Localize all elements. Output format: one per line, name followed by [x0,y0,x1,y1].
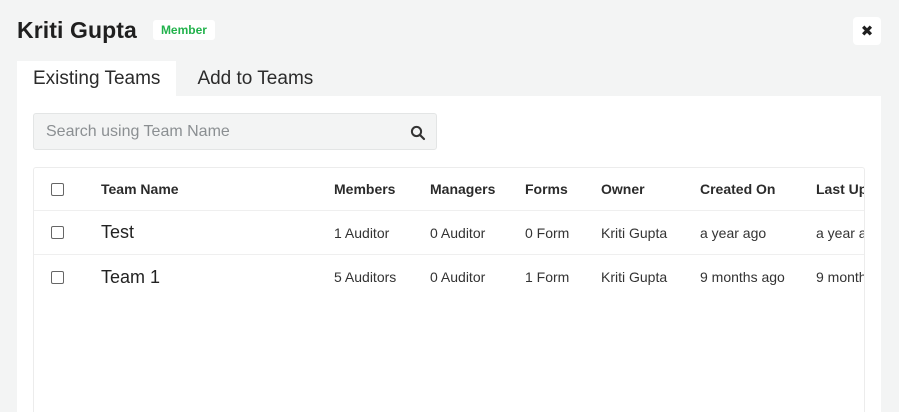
close-icon: ✖ [860,23,874,40]
team-name[interactable]: Test [101,211,134,254]
teams-table: Team Name Members Managers Forms Owner C… [33,167,865,412]
team-created-on: a year ago [700,224,767,241]
column-header-last-updated[interactable]: Last Up [816,168,864,210]
team-created-on: 9 months ago [700,269,785,285]
tab-bar: Existing Teams Add to Teams [17,61,329,96]
table-row[interactable]: Test 1 Auditor 0 Auditor 0 Form Kriti Gu… [34,211,865,255]
team-name[interactable]: Team 1 [101,255,160,299]
table-row[interactable]: Team 1 5 Auditors 0 Auditor 1 Form Kriti… [34,255,865,299]
team-forms: 0 Form [525,224,570,241]
team-members: 1 Auditor [334,224,390,241]
search-input[interactable] [34,114,394,149]
column-header-managers[interactable]: Managers [430,168,495,210]
team-last-updated: a year a [816,224,865,241]
teams-panel: Team Name Members Managers Forms Owner C… [17,96,881,412]
tab-existing-teams[interactable]: Existing Teams [17,61,177,96]
team-members: 5 Auditors [334,269,397,285]
row-select-cell [51,255,64,299]
row-checkbox[interactable] [51,226,64,239]
column-header-created-on[interactable]: Created On [700,168,775,210]
team-last-updated: 9 month [816,269,865,285]
tab-add-to-teams[interactable]: Add to Teams [176,61,329,96]
column-header-owner[interactable]: Owner [601,168,645,210]
column-header-forms[interactable]: Forms [525,168,568,210]
modal-header: Kriti Gupta Member [17,14,215,46]
row-checkbox[interactable] [51,270,64,284]
team-owner: Kriti Gupta [601,224,668,241]
select-all-checkbox[interactable] [51,182,64,196]
row-select-cell [51,211,64,254]
column-header-members[interactable]: Members [334,168,395,210]
search-icon[interactable] [410,125,426,141]
team-owner: Kriti Gupta [601,269,668,285]
close-button[interactable]: ✖ [853,17,881,45]
column-header-team-name[interactable]: Team Name [101,168,179,210]
search-box [33,113,437,150]
select-all-cell [51,168,64,210]
team-forms: 1 Form [525,269,570,285]
page-title: Kriti Gupta [17,16,137,43]
role-badge: Member [152,20,215,40]
team-managers: 0 Auditor [430,269,486,285]
team-managers: 0 Auditor [430,224,486,241]
table-header-row: Team Name Members Managers Forms Owner C… [34,168,864,211]
